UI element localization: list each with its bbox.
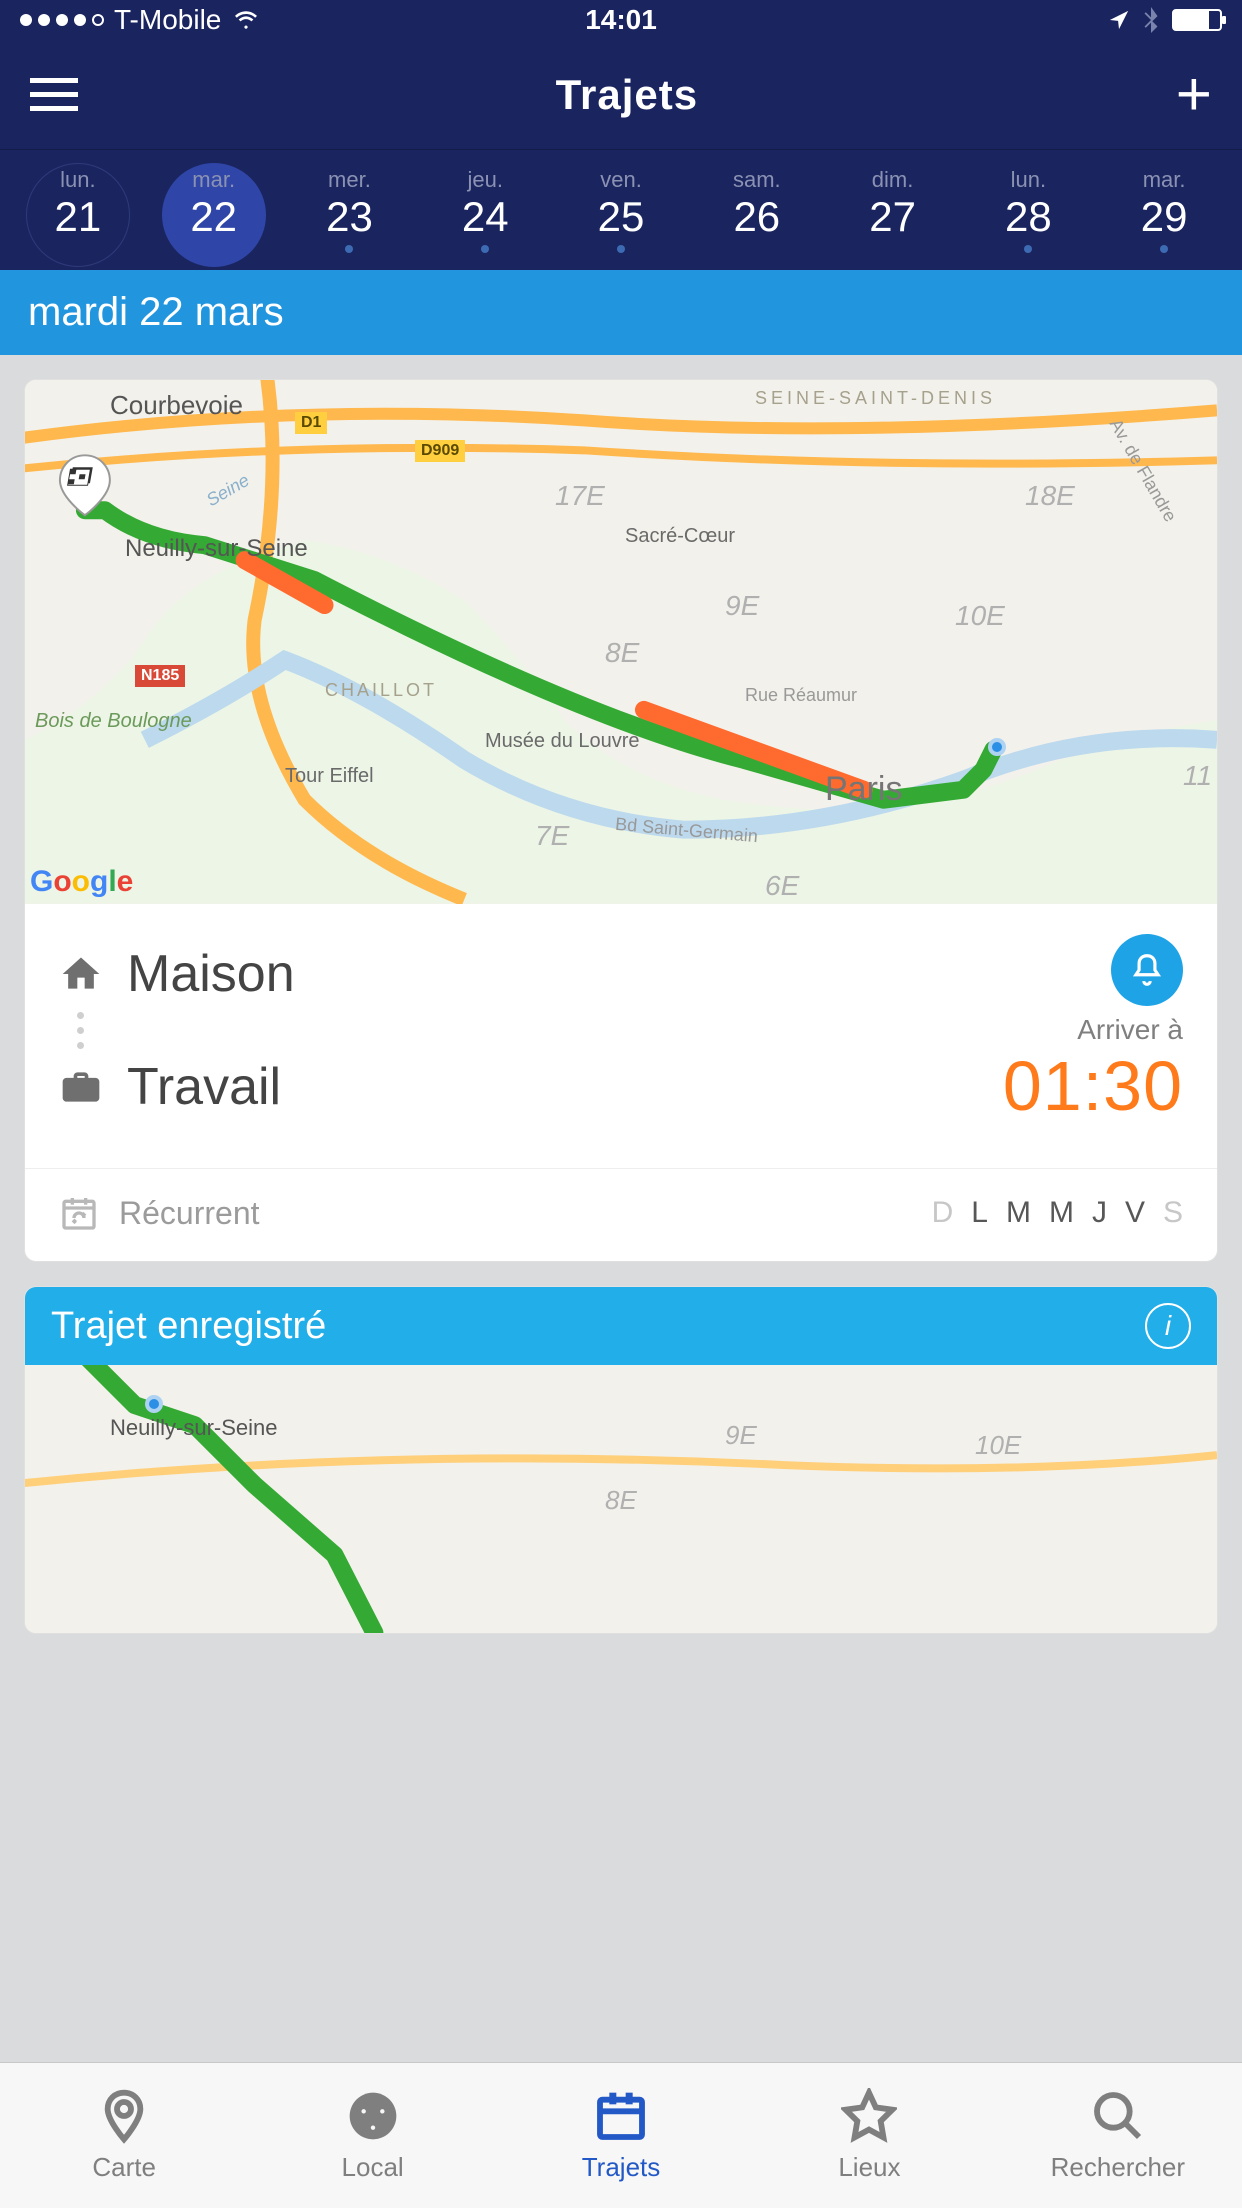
map-label: 11 [1183,760,1212,792]
weekday-D: D [932,1196,954,1230]
day-21[interactable]: lun.21 [10,167,146,253]
briefcase-icon [59,1065,103,1109]
wifi-icon [231,9,261,31]
day-23[interactable]: mer.23 [282,167,418,253]
weekday-M: M [1049,1196,1074,1230]
star-icon [841,2088,897,2144]
map-label: Tour Eiffel [285,765,374,788]
hamburger-icon[interactable] [30,78,78,111]
day-22[interactable]: mar.22 [146,167,282,253]
local-icon [345,2088,401,2144]
map-label: 10E [975,1430,1021,1461]
location-arrow-icon [1108,9,1130,31]
tab-bar: Carte Local Trajets Lieux Rechercher [0,2062,1242,2208]
weekday-S: S [1163,1196,1183,1230]
tab-lieux[interactable]: Lieux [745,2063,993,2208]
map-label: Neuilly-sur-Seine [125,535,308,563]
day-28[interactable]: lun.28 [960,167,1096,253]
day-27[interactable]: dim.27 [825,167,961,253]
search-icon [1090,2088,1146,2144]
battery-icon [1172,9,1222,31]
recurrent-label: Récurrent [119,1195,912,1232]
map-label: 18E [1025,480,1075,512]
day-29[interactable]: mar.29 [1096,167,1232,253]
map-label: 8E [605,1485,637,1516]
date-header: mardi 22 mars [0,270,1242,355]
map-label: Musée du Louvre [485,730,640,753]
map-label: Rue Réaumur [745,685,857,706]
current-location-dot [988,738,1006,756]
carrier-label: T-Mobile [114,4,221,36]
day-24[interactable]: jeu.24 [417,167,553,253]
saved-trip-card[interactable]: Trajet enregistré i Neuilly-sur-Seine 8E… [24,1286,1218,1634]
day-26[interactable]: sam.26 [689,167,825,253]
bluetooth-icon [1142,7,1160,33]
map-label: Sacré-Cœur [625,525,735,548]
tab-rechercher[interactable]: Rechercher [994,2063,1242,2208]
map-label: 17E [555,480,605,512]
signal-dots-icon [20,14,104,26]
tab-trajets[interactable]: Trajets [497,2063,745,2208]
trip-map[interactable]: Courbevoie Neuilly-sur-Seine Sacré-Cœur … [25,380,1217,904]
add-button[interactable]: + [1176,64,1212,126]
info-icon[interactable]: i [1145,1303,1191,1349]
route-connector-icon [77,1012,1003,1049]
date-strip[interactable]: lun.21mar.22mer.23jeu.24ven.25sam.26dim.… [0,150,1242,270]
map-label: Neuilly-sur-Seine [110,1415,278,1441]
status-bar: T-Mobile 14:01 [0,0,1242,40]
weekday-M: M [1006,1196,1031,1230]
trip-to: Travail [127,1057,281,1117]
arrive-time: 01:30 [1003,1046,1183,1126]
saved-trip-map[interactable]: Neuilly-sur-Seine 8E 9E 10E [25,1365,1217,1633]
day-25[interactable]: ven.25 [553,167,689,253]
map-label: 6E [765,870,799,902]
road-label: N185 [135,665,185,687]
home-icon [59,952,103,996]
current-location-dot [145,1395,163,1413]
arrive-label: Arriver à [1003,1014,1183,1046]
map-label: 9E [725,590,759,622]
map-label: 10E [955,600,1005,632]
weekdays: DLMMJVS [932,1196,1183,1230]
map-attribution: Google [30,865,133,899]
road-label: D909 [415,440,465,462]
navbar: Trajets + [0,40,1242,150]
map-label: Bois de Boulogne [35,710,192,733]
map-label: SEINE-SAINT-DENIS [755,388,996,409]
page-title: Trajets [78,71,1176,119]
saved-trip-title: Trajet enregistré [51,1305,1145,1348]
clock-label: 14:01 [585,4,657,36]
map-label: Paris [825,770,902,809]
calendar-recurrent-icon [59,1193,99,1233]
trip-from: Maison [127,944,295,1004]
map-label: 7E [535,820,569,852]
map-label: 9E [725,1420,757,1451]
notification-bell-button[interactable] [1111,934,1183,1006]
map-label: Courbevoie [110,390,243,421]
map-label: CHAILLOT [325,680,437,701]
calendar-icon [593,2088,649,2144]
weekday-L: L [971,1196,988,1230]
tab-carte[interactable]: Carte [0,2063,248,2208]
map-pin-icon [96,2088,152,2144]
tab-local[interactable]: Local [248,2063,496,2208]
map-label: 8E [605,637,639,669]
weekday-V: V [1125,1196,1145,1230]
road-label: D1 [295,412,327,434]
weekday-J: J [1092,1196,1107,1230]
trip-card[interactable]: Courbevoie Neuilly-sur-Seine Sacré-Cœur … [24,379,1218,1262]
